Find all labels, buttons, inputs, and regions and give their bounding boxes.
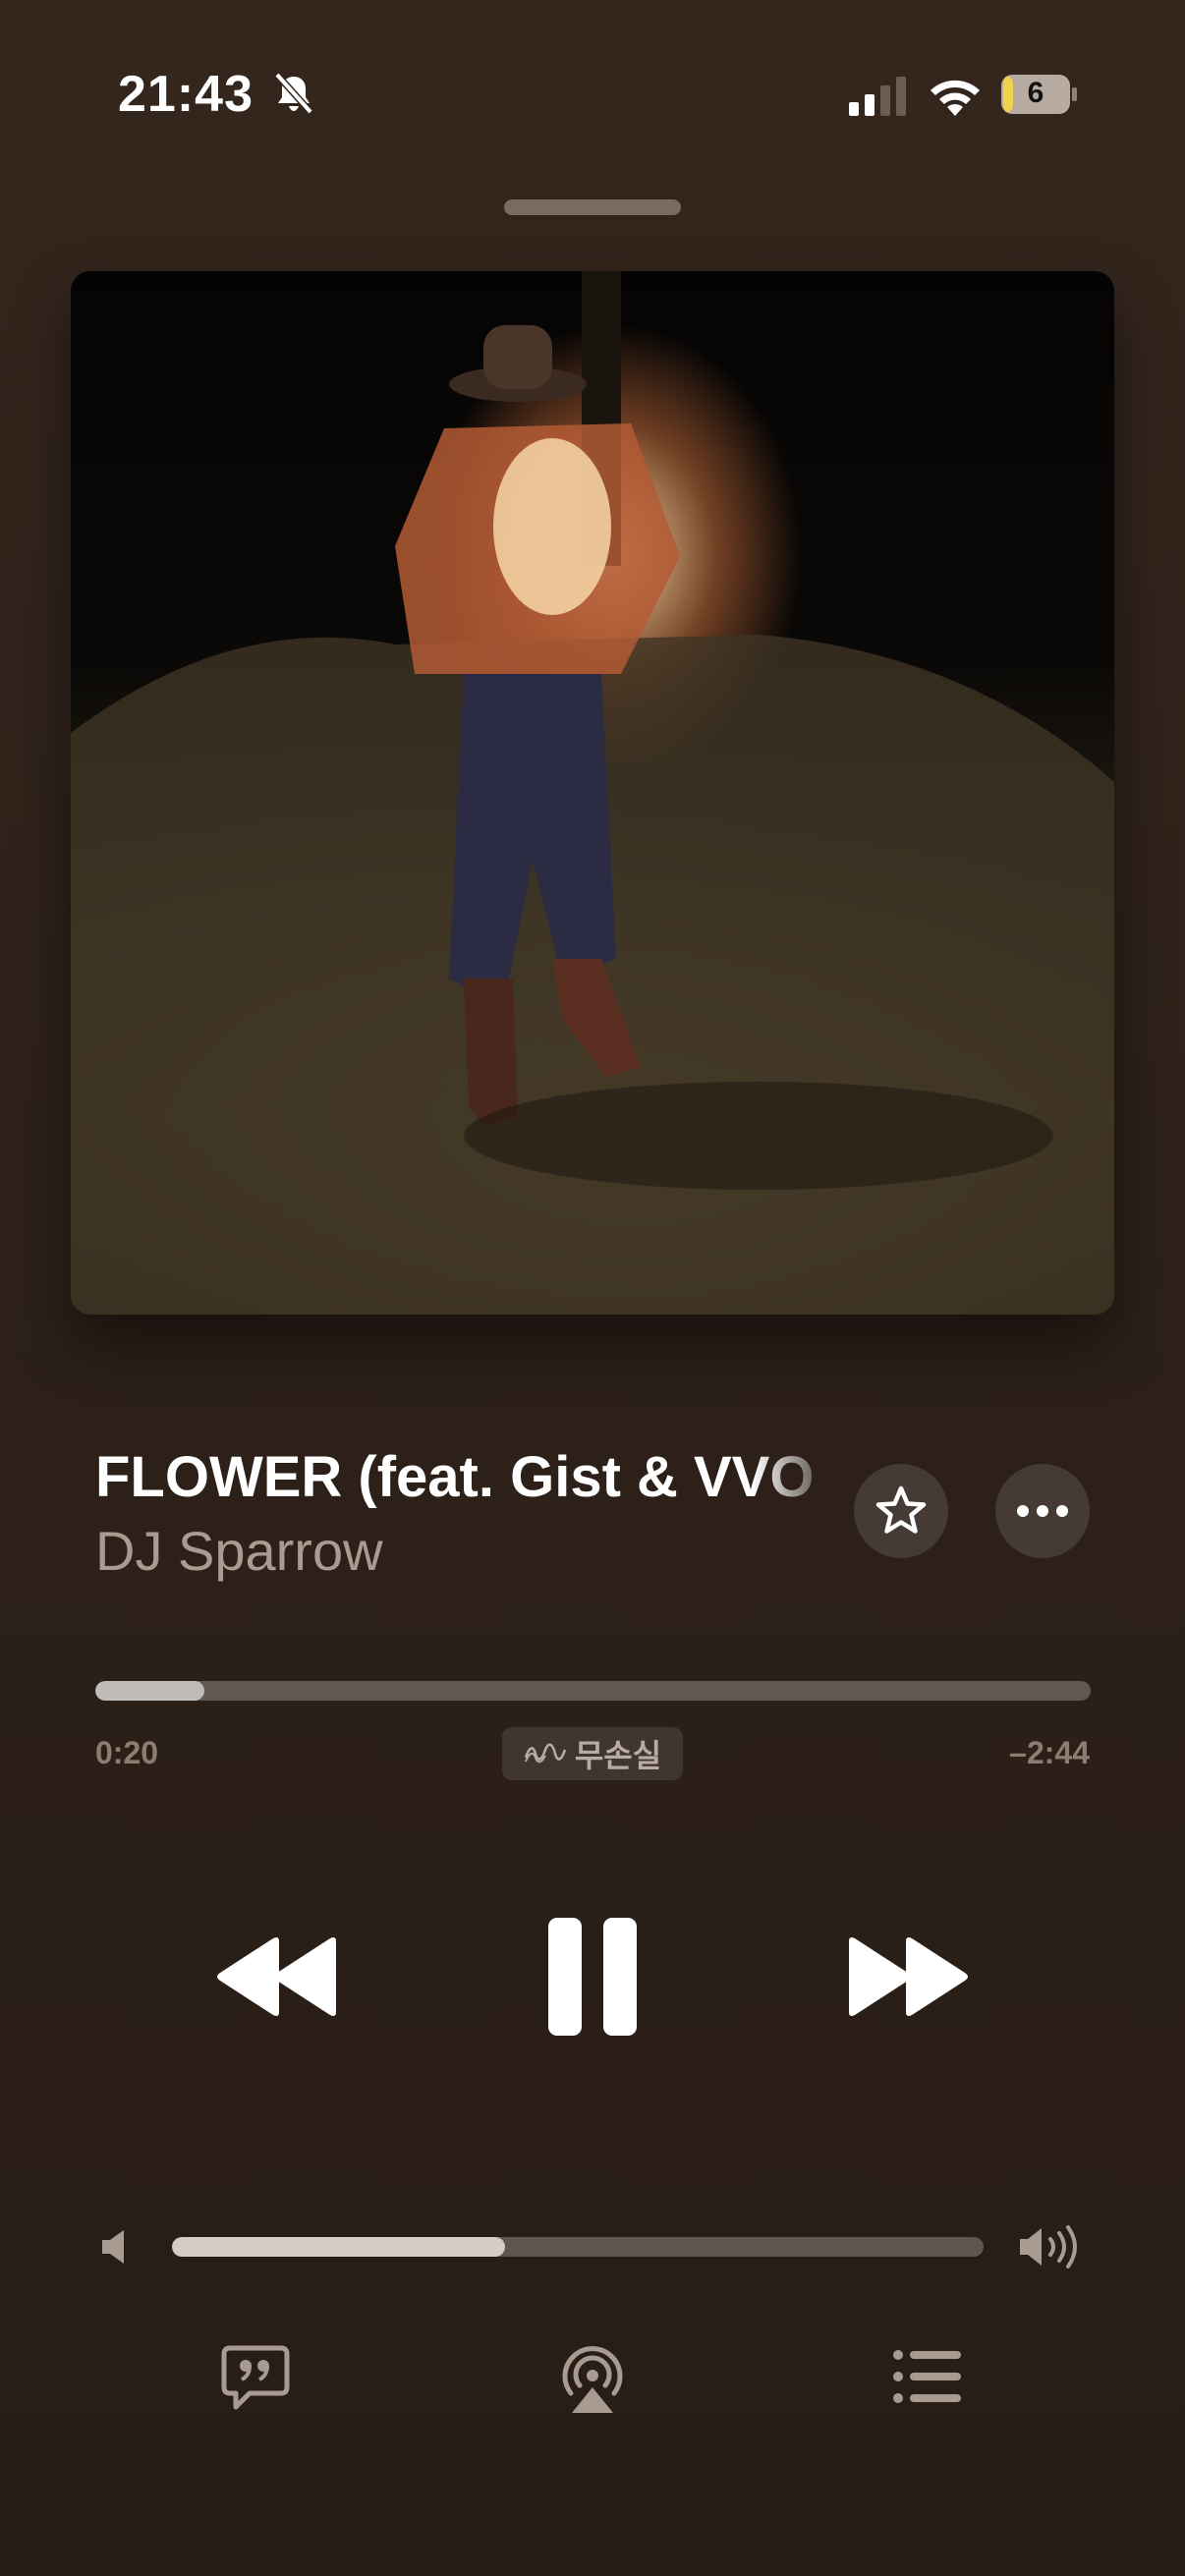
battery-level: 6 <box>1027 77 1044 109</box>
speaker-high-icon <box>1020 2225 1077 2268</box>
remaining-time: –2:44 <box>1009 1735 1090 1770</box>
bell-slash-icon <box>274 72 313 115</box>
cellular-signal-icon <box>849 77 906 116</box>
playback-progress-fill <box>95 1681 205 1701</box>
airplay-button[interactable] <box>556 2340 629 2415</box>
status-time: 21:43 <box>118 66 254 123</box>
airplay-audio-icon <box>562 2346 623 2413</box>
lyrics-button[interactable] <box>220 2344 291 2413</box>
lossless-wave-icon <box>524 1743 567 1764</box>
volume-level-fill <box>172 2237 505 2257</box>
queue-button[interactable] <box>892 2348 961 2405</box>
list-bullet-icon <box>893 2350 961 2403</box>
lyrics-quote-bubble-icon <box>221 2345 290 2410</box>
wifi-icon <box>931 80 980 116</box>
pause-button[interactable] <box>543 1916 642 2038</box>
favorite-button[interactable] <box>854 1464 948 1558</box>
speaker-low-icon <box>102 2230 124 2264</box>
pause-icon <box>548 1918 637 2036</box>
more-options-button[interactable] <box>995 1464 1090 1558</box>
star-icon <box>875 1485 927 1534</box>
sheet-grabber[interactable] <box>504 199 681 215</box>
forward-icon <box>849 1937 968 2016</box>
playback-scrubber[interactable] <box>95 1681 1091 1701</box>
volume-slider[interactable] <box>172 2237 984 2257</box>
song-title[interactable]: FLOWER (feat. Gist & VVO <box>95 1444 842 1510</box>
backward-icon <box>217 1937 336 2016</box>
lossless-label: 무손실 <box>574 1738 662 1773</box>
elapsed-time: 0:20 <box>95 1735 159 1770</box>
artist-name[interactable]: DJ Sparrow <box>95 1519 383 1583</box>
previous-track-button[interactable] <box>214 1935 342 2018</box>
lossless-badge[interactable]: 무손실 <box>502 1727 683 1780</box>
next-track-button[interactable] <box>843 1935 971 2018</box>
ellipsis-icon <box>1017 1505 1068 1517</box>
album-artwork <box>71 271 1114 1315</box>
battery-icon: 6 <box>1000 73 1077 116</box>
